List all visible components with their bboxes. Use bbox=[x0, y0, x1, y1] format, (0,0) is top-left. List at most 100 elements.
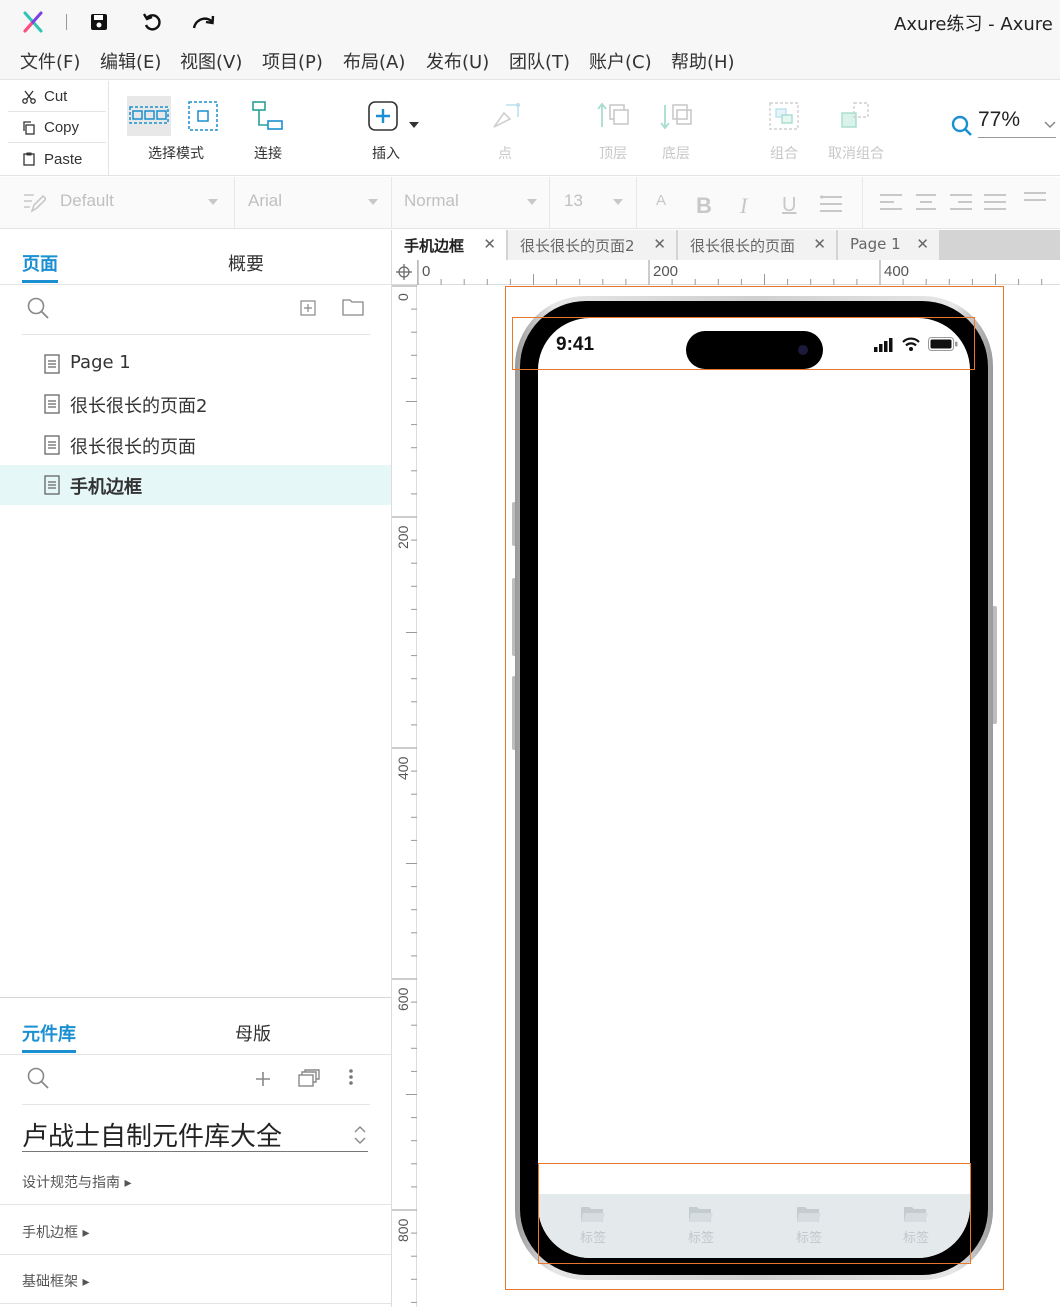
category-divider bbox=[0, 1254, 391, 1255]
select-mode-label: 选择模式 bbox=[148, 146, 204, 162]
add-folder-icon[interactable] bbox=[342, 298, 364, 316]
doc-tab-label: 很长很长的页面2 bbox=[520, 237, 635, 255]
tab-masters[interactable]: 母版 bbox=[235, 1020, 271, 1046]
size-dropdown-icon[interactable] bbox=[613, 199, 623, 205]
search-icon[interactable] bbox=[26, 1066, 50, 1090]
add-library-icon[interactable] bbox=[254, 1070, 272, 1088]
menu-view[interactable]: 视图(V) bbox=[180, 48, 242, 74]
vertical-ruler: 0 200 400 600 800 bbox=[392, 285, 417, 1307]
add-page-icon[interactable] bbox=[300, 300, 316, 316]
paste-label: Paste bbox=[44, 150, 83, 168]
tab-library[interactable]: 元件库 bbox=[22, 1020, 76, 1046]
search-divider bbox=[22, 1104, 370, 1105]
title-divider bbox=[66, 14, 67, 30]
close-icon[interactable]: ✕ bbox=[653, 235, 666, 253]
more-options-icon[interactable] bbox=[348, 1068, 354, 1086]
align-icons bbox=[880, 192, 1046, 210]
menu-bar: 文件(F) 编辑(E) 视图(V) 项目(P) 布局(A) 发布(U) 团队(T… bbox=[0, 44, 1060, 80]
connect-label: 连接 bbox=[254, 146, 282, 162]
tab-active-underline bbox=[22, 1050, 76, 1053]
menu-file[interactable]: 文件(F) bbox=[20, 48, 80, 74]
ruler-label: 400 bbox=[395, 756, 411, 780]
phone-screen: 标签 标签 标签 标签 bbox=[538, 318, 970, 1258]
search-icon[interactable] bbox=[26, 296, 50, 320]
doc-tab[interactable]: Page 1 ✕ bbox=[838, 230, 940, 260]
design-canvas[interactable]: 标签 标签 标签 标签 9:41 bbox=[418, 286, 1060, 1307]
status-bar-selection[interactable] bbox=[512, 317, 975, 370]
document-tabs: 手机边框 ✕ 很长很长的页面2 ✕ 很长很长的页面 ✕ Page 1 ✕ bbox=[392, 230, 1060, 260]
doc-tab-active[interactable]: 手机边框 ✕ bbox=[392, 230, 507, 260]
page-name: Page 1 bbox=[70, 352, 131, 373]
title-bar: Axure练习 - Axure R bbox=[0, 0, 1060, 44]
doc-tab[interactable]: 很长很长的页面2 ✕ bbox=[508, 230, 677, 260]
page-icon bbox=[44, 435, 60, 455]
page-item[interactable]: Page 1 bbox=[0, 344, 391, 384]
close-icon[interactable]: ✕ bbox=[916, 235, 929, 253]
font-select[interactable]: Arial bbox=[248, 191, 282, 211]
library-category[interactable]: 手机边框 ▸ bbox=[22, 1222, 89, 1242]
category-divider bbox=[0, 1303, 391, 1304]
panel-divider bbox=[0, 284, 391, 285]
menu-help[interactable]: 帮助(H) bbox=[671, 48, 735, 74]
ungroup-icon bbox=[841, 102, 869, 128]
page-name: 手机边框 bbox=[70, 477, 142, 498]
paste-button[interactable]: Paste bbox=[8, 144, 106, 174]
library-manage-icon[interactable] bbox=[298, 1069, 320, 1087]
menu-edit[interactable]: 编辑(E) bbox=[100, 48, 161, 74]
menu-project[interactable]: 项目(P) bbox=[262, 48, 323, 74]
axure-logo-icon bbox=[23, 11, 43, 33]
left-panel: 页面 概要 Page 1 很长很长的页面2 很长很长的页面 手机边框 元件库 母… bbox=[0, 230, 392, 1307]
page-item[interactable]: 很长很长的页面2 bbox=[0, 384, 391, 424]
copy-button[interactable]: Copy bbox=[8, 113, 106, 143]
svg-text:B: B bbox=[696, 193, 712, 217]
group-icon bbox=[769, 102, 799, 130]
save-icon[interactable] bbox=[90, 13, 108, 31]
page-icon bbox=[44, 394, 60, 414]
updown-chevron-icon bbox=[354, 1126, 366, 1144]
font-size-select[interactable]: 13 bbox=[564, 191, 583, 211]
point-label: 点 bbox=[498, 146, 512, 162]
ruler-ticks bbox=[392, 285, 417, 1303]
zoom-select[interactable]: 77% bbox=[978, 108, 1056, 138]
tab-bar-selection[interactable] bbox=[538, 1163, 971, 1264]
menu-team[interactable]: 团队(T) bbox=[509, 48, 570, 74]
ungroup-label: 取消组合 bbox=[828, 146, 884, 162]
library-category[interactable]: 基础框架 ▸ bbox=[22, 1271, 89, 1291]
cut-label: Cut bbox=[44, 88, 68, 105]
style-dropdown-icon[interactable] bbox=[208, 199, 218, 205]
weight-dropdown-icon[interactable] bbox=[527, 199, 537, 205]
insert-dropdown-icon[interactable] bbox=[409, 122, 419, 128]
main-toolbar: Cut Copy Paste 选择模式 连接 插入 点 顶层 底层 组合 取消组… bbox=[0, 81, 1060, 176]
style-select[interactable]: Default bbox=[60, 191, 114, 211]
tab-outline[interactable]: 概要 bbox=[228, 250, 264, 276]
bring-front-icon bbox=[597, 102, 629, 127]
group-label: 组合 bbox=[770, 146, 798, 162]
tab-pages[interactable]: 页面 bbox=[22, 250, 58, 276]
library-name: 卢战士自制元件库大全 bbox=[22, 1122, 283, 1152]
menu-account[interactable]: 账户(C) bbox=[589, 48, 652, 74]
close-icon[interactable]: ✕ bbox=[483, 235, 496, 253]
window-title: Axure练习 - Axure R bbox=[894, 14, 1060, 35]
cut-button[interactable]: Cut bbox=[8, 82, 106, 112]
ruler-ticks bbox=[417, 260, 1043, 285]
page-item[interactable]: 很长很长的页面 bbox=[0, 425, 391, 465]
ruler-label: 600 bbox=[395, 987, 411, 1011]
menu-arrange[interactable]: 布局(A) bbox=[343, 48, 405, 74]
send-to-back-label: 底层 bbox=[662, 146, 690, 162]
crosshair-icon[interactable] bbox=[396, 264, 412, 280]
library-category[interactable]: 设计规范与指南 ▸ bbox=[22, 1172, 131, 1192]
font-weight-select[interactable]: Normal bbox=[404, 191, 459, 211]
redo-icon[interactable] bbox=[192, 14, 216, 30]
doc-tab[interactable]: 很长很长的页面 ✕ bbox=[678, 230, 837, 260]
page-item-selected[interactable]: 手机边框 bbox=[0, 465, 391, 505]
menu-publish[interactable]: 发布(U) bbox=[426, 48, 489, 74]
page-icon bbox=[44, 475, 60, 495]
format-divider bbox=[234, 177, 235, 229]
undo-icon[interactable] bbox=[142, 12, 162, 32]
close-icon[interactable]: ✕ bbox=[813, 235, 826, 253]
font-dropdown-icon[interactable] bbox=[368, 199, 378, 205]
select-contain-icon bbox=[188, 101, 218, 131]
library-select[interactable]: 卢战士自制元件库大全 bbox=[22, 1116, 368, 1152]
format-bar: Default Arial Normal 13 A B I U bbox=[0, 177, 1060, 229]
ruler-label: 0 bbox=[395, 293, 411, 301]
